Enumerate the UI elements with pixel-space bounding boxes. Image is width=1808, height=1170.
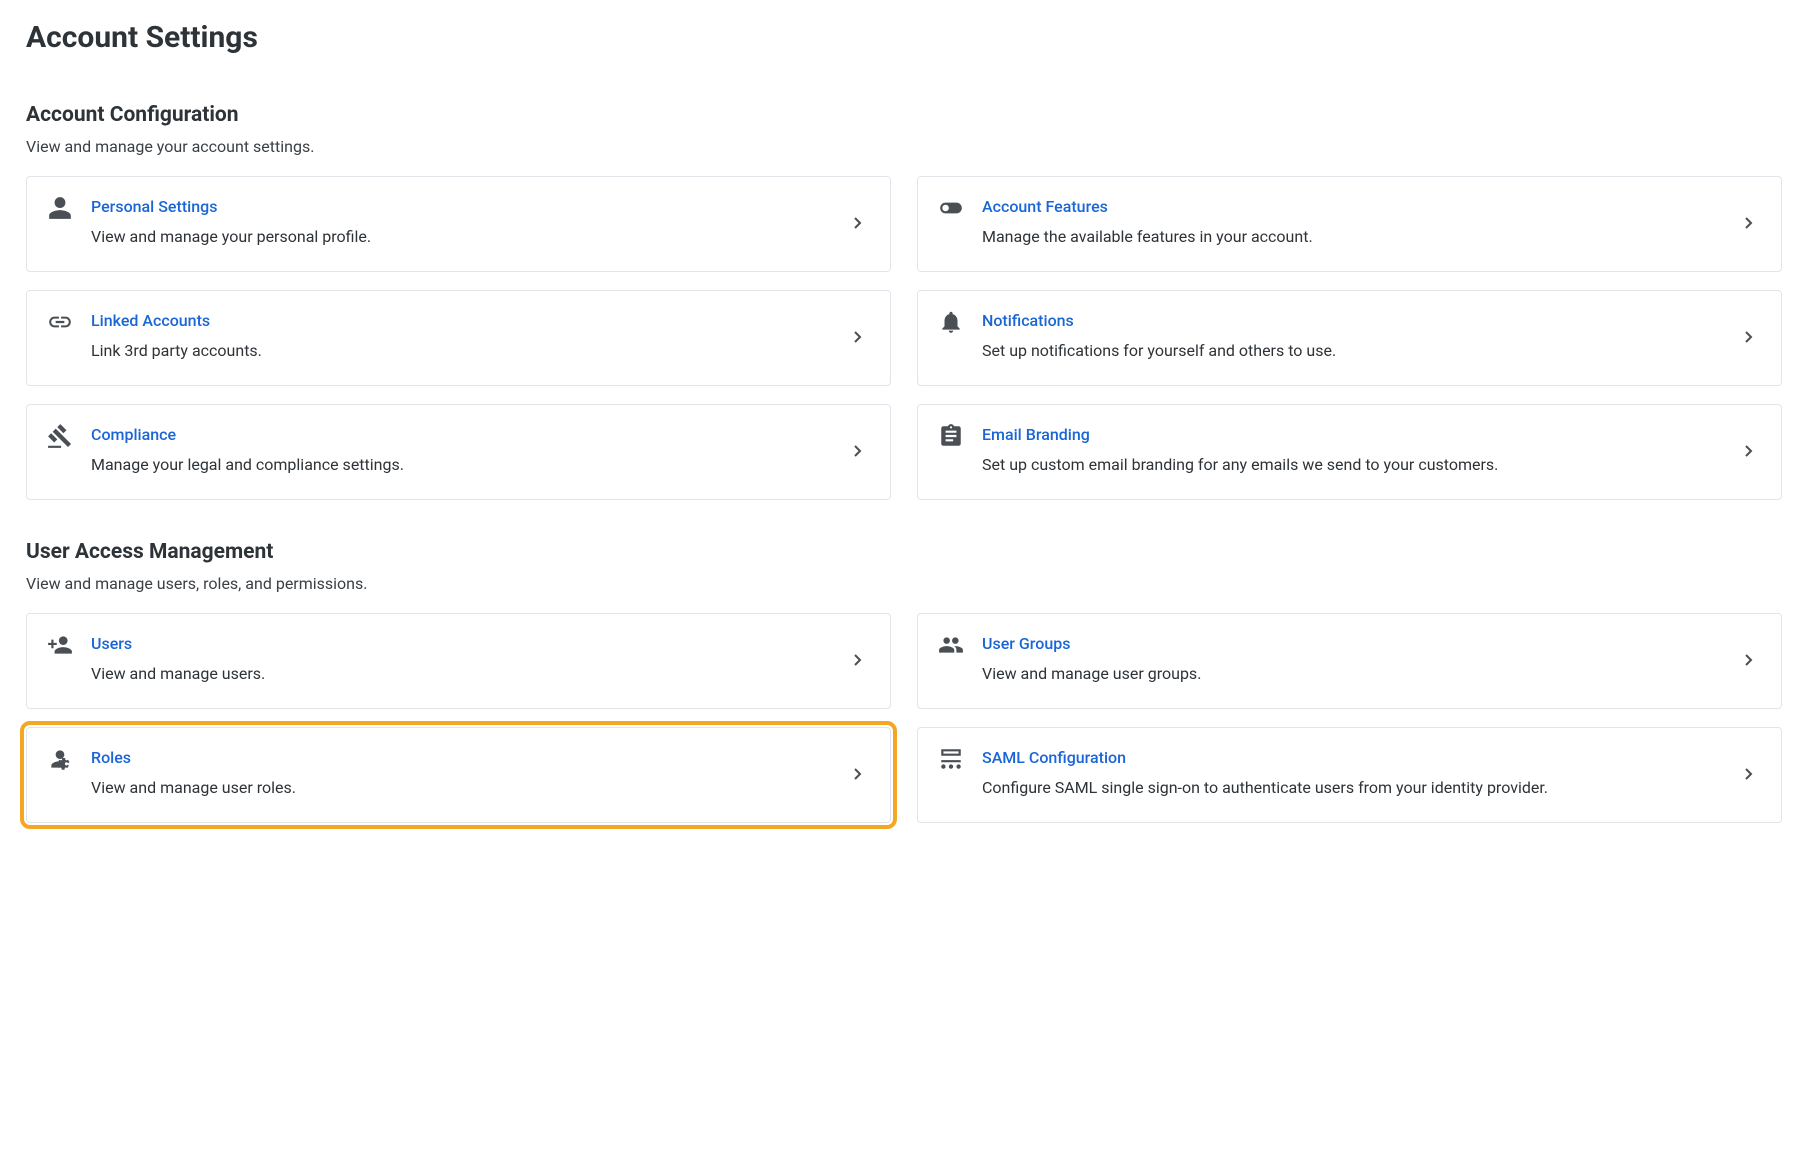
clipboard-icon bbox=[938, 423, 968, 453]
card-desc: Manage your legal and compliance setting… bbox=[91, 454, 840, 476]
chevron-right-icon bbox=[852, 765, 870, 783]
card-desc: View and manage users. bbox=[91, 663, 840, 685]
toggle-icon bbox=[938, 195, 968, 225]
card-desc: View and manage user groups. bbox=[982, 663, 1731, 685]
card-email-branding[interactable]: Email Branding Set up custom email brand… bbox=[917, 404, 1782, 500]
card-title: Compliance bbox=[91, 425, 840, 444]
card-title: Personal Settings bbox=[91, 197, 840, 216]
card-user-groups[interactable]: User Groups View and manage user groups. bbox=[917, 613, 1782, 709]
chevron-right-icon bbox=[1743, 328, 1761, 346]
section-account-configuration: Account Configuration View and manage yo… bbox=[26, 103, 1782, 500]
card-roles[interactable]: Roles View and manage user roles. bbox=[26, 727, 891, 823]
card-desc: Configure SAML single sign-on to authent… bbox=[982, 777, 1731, 799]
card-desc: View and manage user roles. bbox=[91, 777, 840, 799]
card-title: Account Features bbox=[982, 197, 1731, 216]
chevron-right-icon bbox=[852, 214, 870, 232]
card-desc: Set up custom email branding for any ema… bbox=[982, 454, 1731, 476]
bell-icon bbox=[938, 309, 968, 339]
section-account-desc: View and manage your account settings. bbox=[26, 137, 1782, 156]
card-title: Linked Accounts bbox=[91, 311, 840, 330]
card-personal-settings[interactable]: Personal Settings View and manage your p… bbox=[26, 176, 891, 272]
card-account-features[interactable]: Account Features Manage the available fe… bbox=[917, 176, 1782, 272]
section-user-access-title: User Access Management bbox=[26, 540, 1782, 564]
section-user-access: User Access Management View and manage u… bbox=[26, 540, 1782, 823]
card-title: SAML Configuration bbox=[982, 748, 1731, 767]
card-title: User Groups bbox=[982, 634, 1731, 653]
users-group-icon bbox=[938, 632, 968, 662]
card-title: Roles bbox=[91, 748, 840, 767]
chevron-right-icon bbox=[852, 651, 870, 669]
card-desc: Set up notifications for yourself and ot… bbox=[982, 340, 1731, 362]
card-notifications[interactable]: Notifications Set up notifications for y… bbox=[917, 290, 1782, 386]
card-saml-configuration[interactable]: SAML Configuration Configure SAML single… bbox=[917, 727, 1782, 823]
card-users[interactable]: Users View and manage users. bbox=[26, 613, 891, 709]
gavel-icon bbox=[47, 423, 77, 453]
link-icon bbox=[47, 309, 77, 339]
chevron-right-icon bbox=[852, 442, 870, 460]
chevron-right-icon bbox=[1743, 442, 1761, 460]
card-title: Notifications bbox=[982, 311, 1731, 330]
saml-icon bbox=[938, 746, 968, 776]
card-linked-accounts[interactable]: Linked Accounts Link 3rd party accounts. bbox=[26, 290, 891, 386]
users-cog-icon bbox=[47, 746, 77, 776]
chevron-right-icon bbox=[852, 328, 870, 346]
chevron-right-icon bbox=[1743, 765, 1761, 783]
section-account-title: Account Configuration bbox=[26, 103, 1782, 127]
card-desc: Link 3rd party accounts. bbox=[91, 340, 840, 362]
chevron-right-icon bbox=[1743, 214, 1761, 232]
section-user-access-desc: View and manage users, roles, and permis… bbox=[26, 574, 1782, 593]
user-plus-icon bbox=[47, 632, 77, 662]
chevron-right-icon bbox=[1743, 651, 1761, 669]
card-title: Email Branding bbox=[982, 425, 1731, 444]
card-compliance[interactable]: Compliance Manage your legal and complia… bbox=[26, 404, 891, 500]
card-title: Users bbox=[91, 634, 840, 653]
user-icon bbox=[47, 195, 77, 225]
card-desc: View and manage your personal profile. bbox=[91, 226, 840, 248]
page-title: Account Settings bbox=[26, 20, 1782, 55]
card-desc: Manage the available features in your ac… bbox=[982, 226, 1731, 248]
